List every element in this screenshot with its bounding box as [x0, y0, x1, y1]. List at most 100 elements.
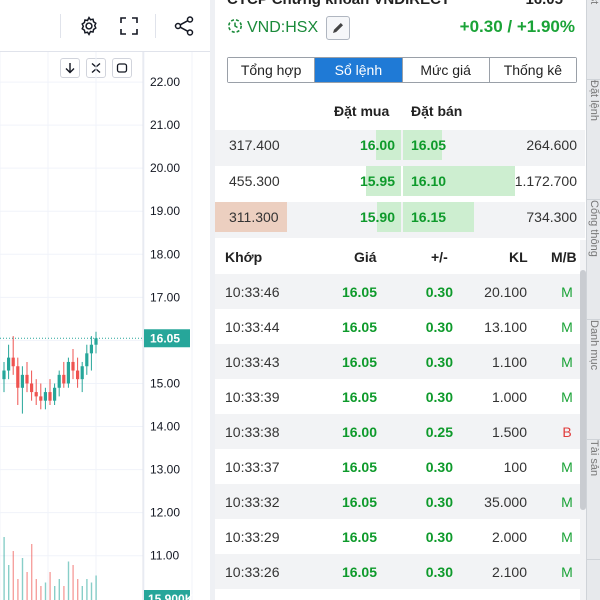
- col-side-header: M/B: [551, 249, 577, 265]
- volume-bar: [40, 586, 42, 600]
- candle-body: [43, 392, 47, 401]
- gear-icon[interactable]: [76, 13, 102, 39]
- tab-muc-gia[interactable]: Mức giá: [402, 58, 490, 82]
- tab-so-lenh[interactable]: Sổ lệnh: [315, 58, 403, 82]
- price-chart-panel[interactable]: 22.0021.0020.0019.0018.0017.0016.0015.00…: [0, 0, 210, 600]
- trade-row[interactable]: 10:33:26 16.05 0.30 2.100 M: [215, 554, 585, 589]
- trade-price: 16.05: [341, 284, 377, 300]
- trade-change: 0.30: [425, 389, 453, 405]
- tab-bar: Tổng hợp Sổ lệnh Mức giá Thống kê: [227, 57, 577, 83]
- candle-body: [48, 392, 52, 401]
- trade-row[interactable]: 10:33:39 16.05 0.30 1.000 M: [215, 379, 585, 414]
- candle-body: [62, 374, 66, 384]
- trade-time: 10:33:38: [225, 424, 280, 440]
- toolbar-divider: [60, 14, 61, 38]
- volume-bar: [67, 561, 70, 600]
- fullscreen-icon[interactable]: [116, 13, 142, 39]
- candle-body: [16, 366, 20, 388]
- trade-volume: 1.100: [491, 354, 527, 370]
- trade-time: 10:33:29: [225, 529, 280, 545]
- side-tab[interactable]: Cổng thông: [587, 200, 600, 320]
- trade-price: 16.05: [341, 389, 377, 405]
- price-tick-label: 19.00: [150, 204, 180, 218]
- share-icon[interactable]: [171, 13, 197, 39]
- price-tick-label: 22.00: [150, 75, 180, 89]
- candle-body: [76, 370, 80, 380]
- trade-volume: 1.500: [491, 424, 527, 440]
- price-change: +0.30 / +1.90%: [459, 17, 575, 36]
- bid-price[interactable]: 15.95: [355, 166, 395, 196]
- volume-bar: [90, 582, 93, 600]
- volume-bar: [35, 579, 37, 600]
- volume-bar: [77, 579, 79, 600]
- ask-volume: 264.600: [526, 137, 577, 153]
- candle-body: [53, 387, 57, 401]
- price-tick-label: 11.00: [150, 549, 179, 563]
- volume-bar: [49, 572, 51, 600]
- candle-body: [89, 344, 93, 354]
- trade-price: 16.05: [341, 319, 377, 335]
- bid-volume: 455.300: [229, 173, 280, 189]
- volume-bar: [26, 572, 28, 600]
- trade-row[interactable]: 10:33:43 16.05 0.30 1.100 M: [215, 344, 585, 379]
- trade-change: 0.30: [425, 564, 453, 580]
- trade-change: 0.30: [425, 284, 453, 300]
- trade-side: M: [561, 494, 573, 510]
- price-tick-label: 13.00: [150, 463, 180, 477]
- order-book-row[interactable]: 455.300 15.95 16.10 1.172.700: [215, 166, 585, 202]
- col-price-header: Giá: [354, 249, 377, 265]
- volume-bar: [31, 544, 33, 600]
- order-book-panel: CTCP Chứng khoán VNDIRECT 16.05 VND:HSX …: [215, 0, 585, 600]
- refresh-icon[interactable]: [227, 18, 243, 39]
- trade-row[interactable]: 10:33:29 16.05 0.30 2.000 M: [215, 519, 585, 554]
- ticker-symbol[interactable]: VND:HSX: [247, 19, 318, 37]
- order-book-row[interactable]: 311.300 15.90 16.15 734.300: [215, 202, 585, 238]
- trade-time: 10:33:26: [225, 564, 280, 580]
- trade-side: M: [561, 389, 573, 405]
- candle-body: [66, 361, 70, 384]
- side-tab[interactable]: Danh mục: [587, 320, 600, 440]
- trade-row[interactable]: 10:33:37 16.05 0.30 100 M: [215, 449, 585, 484]
- side-tab-rail: WatchlistĐặt lệnhCổng thôngDanh mụcTài s…: [586, 0, 600, 600]
- col-time-header: Khớp: [225, 249, 263, 265]
- side-tab[interactable]: Watchlist: [587, 0, 600, 80]
- ask-price[interactable]: 16.05: [411, 130, 451, 160]
- volume-bar: [12, 551, 14, 600]
- trade-price: 16.05: [341, 459, 377, 475]
- bid-price[interactable]: 16.00: [355, 130, 395, 160]
- order-book-row[interactable]: 317.400 16.00 16.05 264.600: [215, 130, 585, 166]
- trade-row[interactable]: 10:33:38 16.00 0.25 1.500 B: [215, 414, 585, 449]
- trade-row[interactable]: 10:33:44 16.05 0.30 13.100 M: [215, 309, 585, 344]
- price-tick-label: 18.00: [150, 247, 180, 261]
- trade-price: 16.05: [341, 494, 377, 510]
- candle-body: [34, 392, 38, 397]
- trade-volume: 35.000: [484, 494, 527, 510]
- ask-header: Đặt bán: [411, 103, 463, 119]
- trade-change: 0.30: [425, 494, 453, 510]
- volume-bar: [3, 537, 5, 600]
- trade-volume: 100: [503, 459, 527, 475]
- volume-bar: [72, 565, 74, 600]
- candlestick-chart[interactable]: 22.0021.0020.0019.0018.0017.0016.0015.00…: [0, 52, 210, 600]
- trade-price: 16.05: [341, 564, 377, 580]
- trade-volume: 13.100: [484, 319, 527, 335]
- candle-body: [85, 353, 89, 367]
- volume-bar: [58, 579, 60, 600]
- ask-price[interactable]: 16.15: [411, 202, 451, 232]
- side-tab[interactable]: Tài sản: [587, 440, 600, 560]
- tab-thong-ke[interactable]: Thống kê: [489, 58, 576, 82]
- trades-header: Khớp Giá +/- KL M/B: [215, 240, 585, 274]
- trade-time: 10:33:46: [225, 284, 280, 300]
- side-tab[interactable]: Đặt lệnh: [587, 80, 600, 200]
- trade-row[interactable]: 10:33:46 16.05 0.30 20.100 M: [215, 274, 585, 309]
- tab-tong-hop[interactable]: Tổng hợp: [228, 58, 316, 82]
- ask-price[interactable]: 16.10: [411, 166, 451, 196]
- bid-price[interactable]: 15.90: [355, 202, 395, 232]
- pencil-icon[interactable]: [326, 16, 351, 40]
- trade-side: M: [561, 564, 573, 580]
- col-volume-header: KL: [509, 249, 528, 265]
- last-price-label: 16.05: [150, 331, 180, 345]
- bid-volume: 317.400: [229, 137, 280, 153]
- trade-row[interactable]: 10:33:32 16.05 0.30 35.000 M: [215, 484, 585, 519]
- volume-bar: [8, 565, 10, 600]
